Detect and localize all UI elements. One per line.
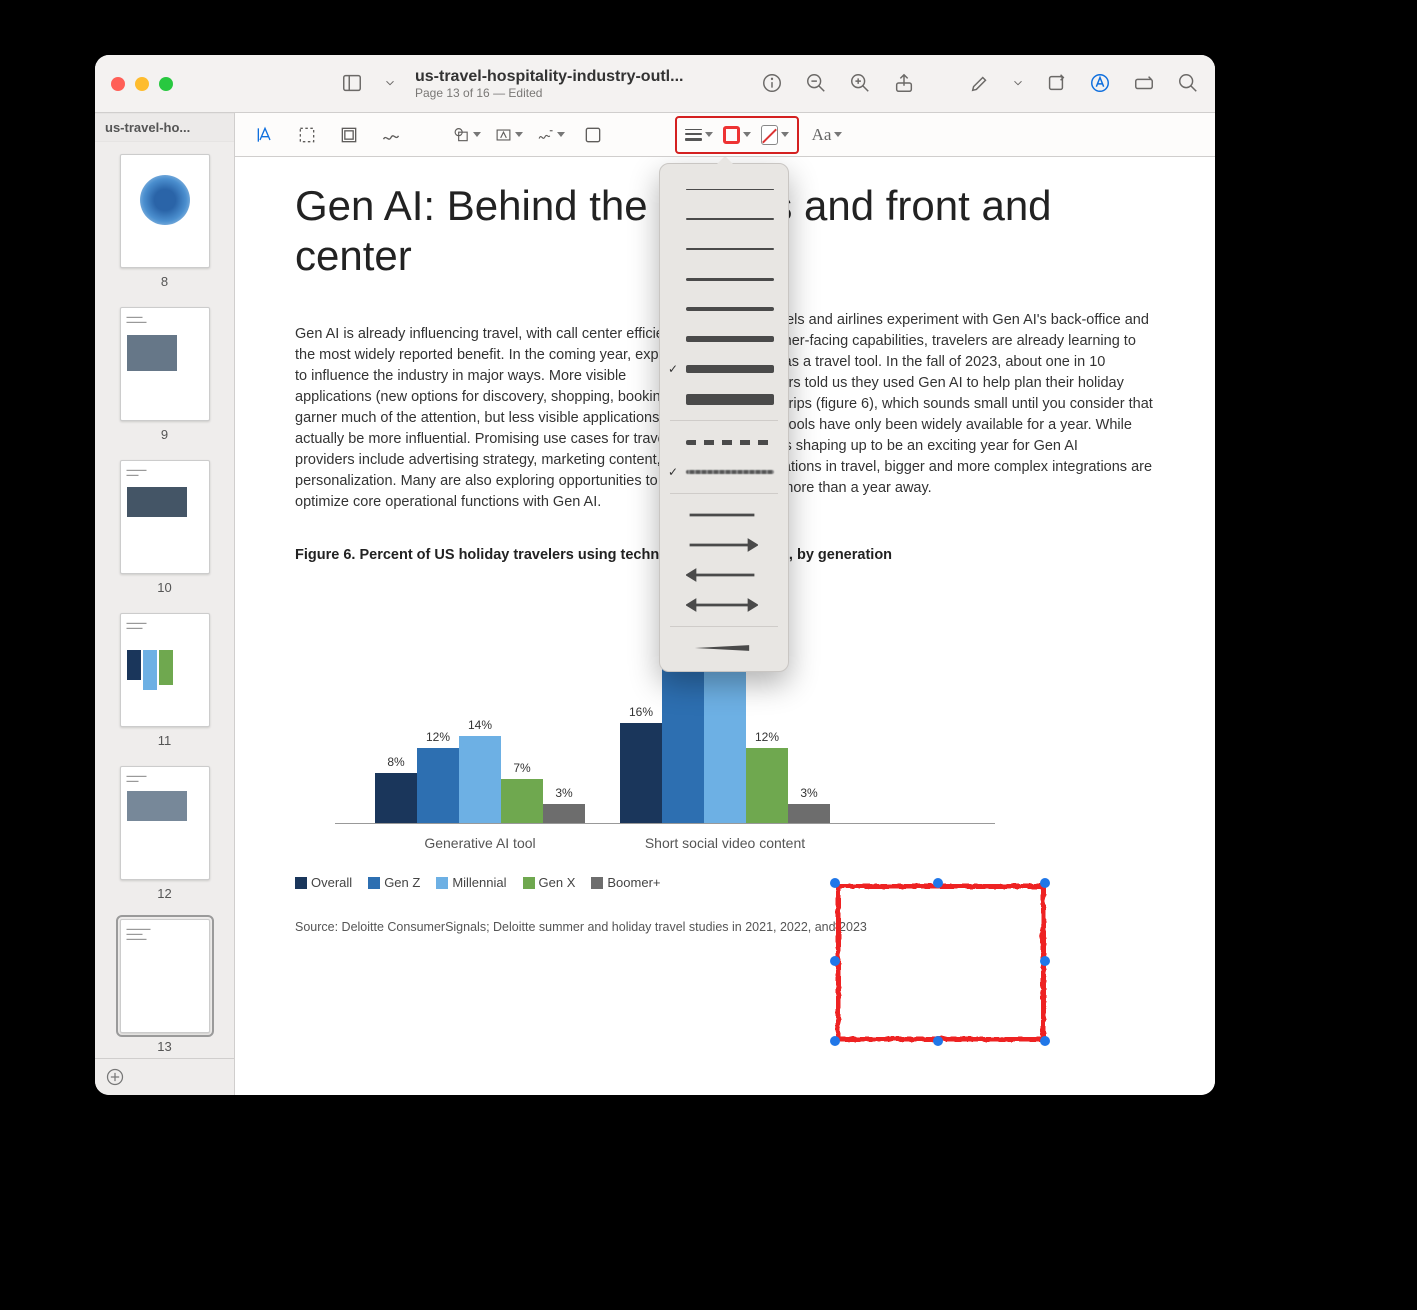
rotate-button[interactable]	[1043, 70, 1069, 96]
body-paragraph: Gen AI is already influencing travel, wi…	[295, 324, 705, 513]
share-button[interactable]	[891, 70, 917, 96]
bar: 8%	[375, 773, 417, 823]
titlebar: us-travel-hospitality-industry-outl... P…	[95, 55, 1215, 113]
resize-handle[interactable]	[1040, 956, 1050, 966]
bar-label: 3%	[555, 786, 572, 800]
resize-handle[interactable]	[933, 1036, 943, 1046]
bar: 7%	[501, 779, 543, 822]
document-filename: us-travel-hospitality-industry-outl...	[415, 67, 683, 86]
shapes-dropdown[interactable]	[453, 121, 481, 149]
page-thumbnail[interactable]: ▬▬▬▬▬▬▬▬12	[95, 766, 234, 901]
line-weight-option[interactable]	[660, 174, 788, 204]
legend-item: Millennial	[436, 875, 506, 890]
line-style-popover[interactable]	[659, 163, 789, 672]
legend-item: Boomer+	[591, 875, 660, 890]
line-style-option-sketch[interactable]	[660, 457, 788, 487]
page-thumbnail[interactable]: ▬▬▬▬▬▬▬▬10	[95, 460, 234, 595]
body-paragraph: As hotels and airlines experiment with G…	[745, 310, 1155, 499]
line-style-option-dashed[interactable]	[660, 427, 788, 457]
resize-handle[interactable]	[830, 1036, 840, 1046]
line-weight-option[interactable]	[660, 354, 788, 384]
add-page-button[interactable]	[105, 1067, 125, 1087]
zoom-window-button[interactable]	[159, 77, 173, 91]
x-axis-label: Generative AI tool	[375, 835, 585, 851]
sketch-rectangle-annotation[interactable]	[835, 883, 1045, 1041]
text-box-dropdown[interactable]	[495, 121, 523, 149]
bar-chart: 8%12%14%7%3%16%32%26%12%3% Generative AI…	[295, 593, 995, 853]
arrow-style-option[interactable]	[660, 530, 788, 560]
sidebar-toggle-button[interactable]	[339, 70, 365, 96]
bar-label: 7%	[513, 761, 530, 775]
info-button[interactable]	[759, 70, 785, 96]
arrow-style-option[interactable]	[660, 560, 788, 590]
line-weight-option[interactable]	[660, 294, 788, 324]
legend-item: Gen Z	[368, 875, 420, 890]
minimize-window-button[interactable]	[135, 77, 149, 91]
highlight-dropdown[interactable]	[1011, 70, 1025, 96]
bar: 16%	[620, 723, 662, 822]
form-fill-button[interactable]	[1131, 70, 1157, 96]
markup-toggle-button[interactable]	[1087, 70, 1113, 96]
resize-handle[interactable]	[933, 878, 943, 888]
resize-handle[interactable]	[1040, 1036, 1050, 1046]
line-weight-option[interactable]	[660, 384, 788, 414]
legend-item: Gen X	[523, 875, 576, 890]
zoom-out-button[interactable]	[803, 70, 829, 96]
line-weight-option[interactable]	[660, 234, 788, 264]
sidebar-title: us-travel-ho...	[95, 113, 234, 142]
bar-label: 12%	[755, 730, 779, 744]
document-title: us-travel-hospitality-industry-outl... P…	[415, 67, 683, 101]
close-window-button[interactable]	[111, 77, 125, 91]
line-weight-option[interactable]	[660, 204, 788, 234]
sign-dropdown[interactable]	[537, 121, 565, 149]
line-style-dropdown[interactable]	[685, 121, 713, 149]
bar-label: 8%	[387, 755, 404, 769]
app-window: us-travel-hospitality-industry-outl... P…	[95, 55, 1215, 1095]
bar: 14%	[459, 736, 501, 823]
fill-color-dropdown[interactable]	[761, 121, 789, 149]
bar-label: 16%	[629, 705, 653, 719]
window-controls	[95, 77, 189, 91]
page-thumbnail-current[interactable]: ▬▬▬▬▬▬▬▬▬▬▬▬▬▬▬13	[95, 919, 234, 1054]
zoom-in-button[interactable]	[847, 70, 873, 96]
tapered-line-option[interactable]	[660, 633, 788, 663]
page-thumbnail[interactable]: ▬▬▬▬▬▬▬▬▬9	[95, 307, 234, 442]
resize-handle[interactable]	[1040, 878, 1050, 888]
line-weight-option[interactable]	[660, 264, 788, 294]
thumbnail-list[interactable]: 8 ▬▬▬▬▬▬▬▬▬9 ▬▬▬▬▬▬▬▬10 ▬▬▬▬▬▬▬▬▬11 ▬▬▬▬…	[95, 142, 234, 1058]
thumbnail-sidebar: us-travel-ho... 8 ▬▬▬▬▬▬▬▬▬9 ▬▬▬▬▬▬▬▬10 …	[95, 113, 235, 1095]
text-style-dropdown[interactable]: Aa	[813, 121, 841, 149]
document-page[interactable]: Gen AI: Behind the scenes and front and …	[235, 157, 1215, 1095]
note-tool[interactable]	[579, 121, 607, 149]
sketch-tool[interactable]	[377, 121, 405, 149]
view-mode-dropdown[interactable]	[383, 70, 397, 96]
arrow-style-option[interactable]	[660, 590, 788, 620]
highlight-button[interactable]	[967, 70, 993, 96]
style-controls-highlighted	[675, 116, 799, 154]
bar-label: 14%	[468, 718, 492, 732]
line-weight-option[interactable]	[660, 324, 788, 354]
rect-select-tool[interactable]	[293, 121, 321, 149]
x-axis-label: Short social video content	[620, 835, 830, 851]
page-thumbnail[interactable]: ▬▬▬▬▬▬▬▬▬11	[95, 613, 234, 748]
bar-label: 12%	[426, 730, 450, 744]
resize-handle[interactable]	[830, 956, 840, 966]
lasso-tool[interactable]	[335, 121, 363, 149]
bar: 12%	[417, 748, 459, 822]
bar: 3%	[543, 804, 585, 823]
page-thumbnail[interactable]: 8	[95, 154, 234, 289]
page-indicator: Page 13 of 16 — Edited	[415, 86, 683, 100]
legend-item: Overall	[295, 875, 352, 890]
bar: 26%	[704, 661, 746, 822]
search-button[interactable]	[1175, 70, 1201, 96]
markup-toolbar: Aa	[235, 113, 1215, 157]
text-selection-tool[interactable]	[251, 121, 279, 149]
bar: 3%	[788, 804, 830, 823]
bar: 12%	[746, 748, 788, 822]
stroke-color-dropdown[interactable]	[723, 121, 751, 149]
bar-label: 3%	[800, 786, 817, 800]
arrow-style-option[interactable]	[660, 500, 788, 530]
resize-handle[interactable]	[830, 878, 840, 888]
